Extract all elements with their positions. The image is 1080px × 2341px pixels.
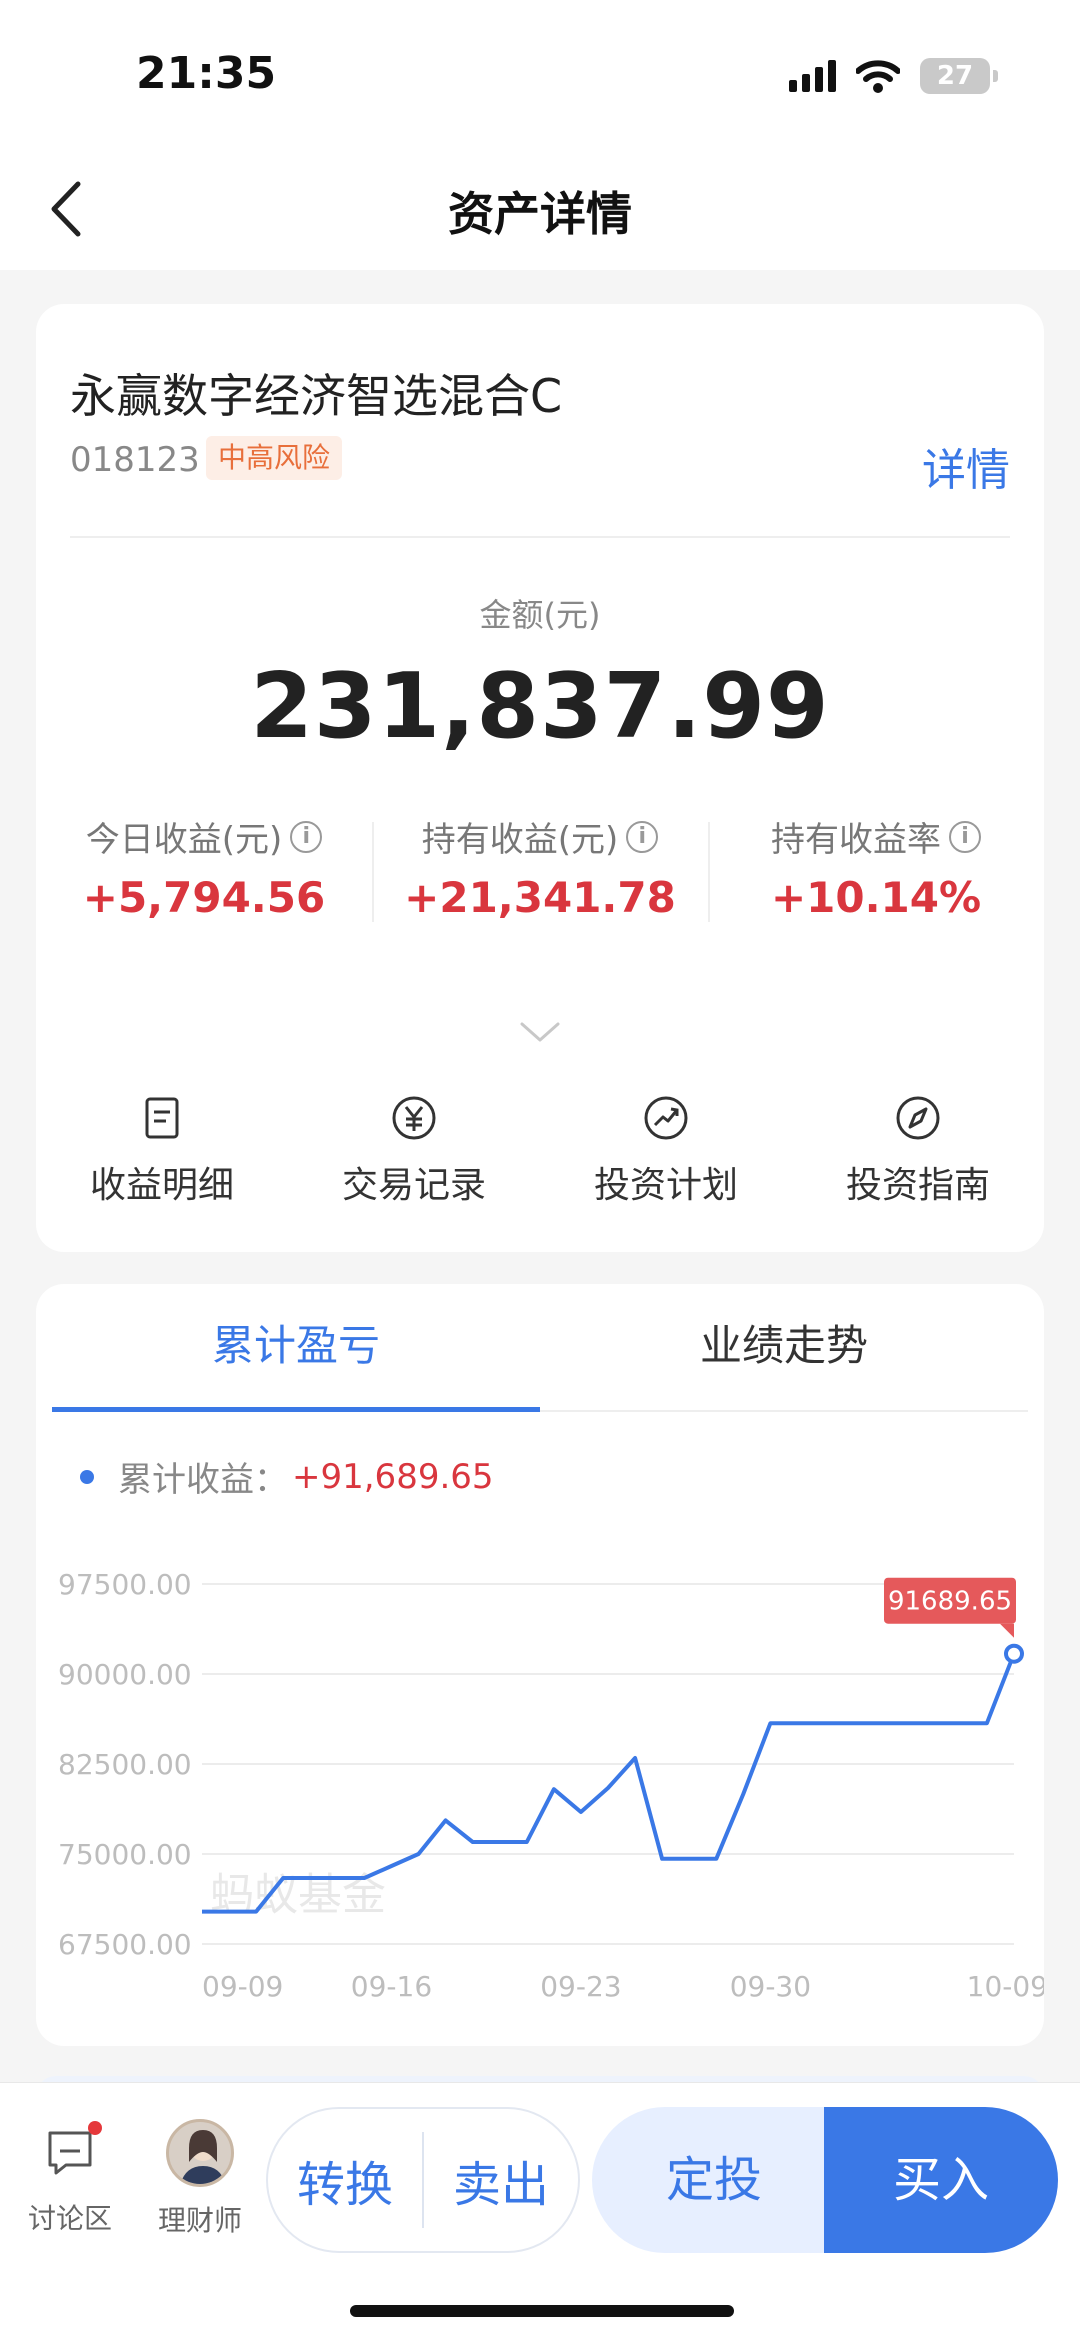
action-label: 交易记录 — [341, 1165, 486, 1206]
fund-code: 018123 — [70, 440, 200, 480]
stat-label: 持有收益(元) — [421, 820, 619, 860]
document-icon — [145, 1097, 179, 1139]
stat-value: +21,341.78 — [404, 873, 676, 922]
stat-today-earnings: 今日收益(元) i +5,794.56 — [36, 812, 372, 922]
wifi-icon — [856, 60, 900, 93]
page-title: 资产详情 — [448, 187, 632, 241]
trend-icon — [644, 1096, 688, 1140]
auto-invest-button[interactable]: 定投 — [592, 2107, 836, 2253]
stat-value: +5,794.56 — [82, 873, 326, 922]
chart-tabs: 累计盈亏 业绩走势 — [52, 1284, 1028, 1412]
status-bar: 21:35 27 — [0, 0, 1080, 150]
last-value-label: 91689.65 — [888, 1587, 1012, 1617]
action-trade-records[interactable]: 交易记录 — [288, 1094, 540, 1208]
tab-cumulative-pnl[interactable]: 累计盈亏 — [52, 1284, 540, 1412]
action-label: 投资指南 — [845, 1165, 990, 1206]
info-icon[interactable]: i — [290, 820, 323, 853]
action-investment-guide[interactable]: 投资指南 — [792, 1094, 1044, 1208]
y-tick-label: 82500.00 — [58, 1748, 192, 1781]
buy-button[interactable]: 买入 — [824, 2107, 1058, 2253]
info-icon[interactable]: i — [949, 820, 981, 853]
discuss-label: 讨论区 — [27, 2202, 112, 2235]
action-investment-plan[interactable]: 投资计划 — [540, 1094, 792, 1208]
info-icon[interactable]: i — [626, 820, 659, 853]
last-point-marker — [1004, 1643, 1024, 1664]
bottom-action-bar: 讨论区 理财师 转换 卖出 定投 买入 — [0, 2082, 1080, 2341]
action-label: 投资计划 — [593, 1165, 738, 1206]
legend-dot — [80, 1469, 94, 1484]
discuss-button[interactable]: 讨论区 — [22, 2121, 118, 2237]
cumulative-pnl-chart: 97500.00 90000.00 82500.00 75000.00 67500.00… — [58, 1568, 1044, 2003]
tab-performance-trend[interactable]: 业绩走势 — [540, 1284, 1028, 1410]
action-earnings-detail[interactable]: 收益明细 — [36, 1094, 288, 1208]
y-tick-label: 75000.00 — [58, 1838, 192, 1871]
asset-card: 永赢数字经济智选混合C 018123 中高风险 详情 金额(元) 231,837… — [36, 304, 1044, 1252]
amount-label: 金额(元) — [479, 596, 601, 634]
home-indicator — [350, 2305, 734, 2317]
legend-value: +91,689.65 — [292, 1456, 494, 1497]
x-tick-label: 09-30 — [730, 1970, 811, 2003]
divider — [70, 536, 1010, 538]
y-tick-label: 90000.00 — [58, 1658, 192, 1691]
y-tick-label: 97500.00 — [58, 1568, 192, 1601]
notification-dot — [88, 2121, 102, 2135]
x-tick-label: 09-16 — [351, 1970, 432, 2003]
convert-button[interactable]: 转换 — [268, 2145, 422, 2215]
advisor-label: 理财师 — [157, 2204, 242, 2237]
chart-card: 累计盈亏 业绩走势 累计收益： +91,689.65 97500.00 90000… — [36, 1284, 1044, 2046]
detail-link[interactable]: 详情 — [922, 434, 1010, 498]
sell-button[interactable]: 卖出 — [424, 2145, 578, 2215]
fund-name: 永赢数字经济智选混合C — [70, 369, 563, 423]
stat-value: +10.14% — [770, 873, 982, 922]
x-tick-label: 09-09 — [202, 1970, 283, 2003]
action-label: 收益明细 — [89, 1165, 234, 1206]
legend-label: 累计收益： — [118, 1460, 288, 1500]
risk-badge: 中高风险 — [206, 436, 343, 480]
battery-icon: 27 — [920, 58, 998, 94]
action-grid: 收益明细 交易记录 投资计划 投资指南 — [36, 1094, 1044, 1208]
tooltip-pointer — [1000, 1623, 1014, 1638]
x-tick-label: 10-09 — [967, 1970, 1044, 2003]
convert-sell-group: 转换 卖出 — [266, 2107, 580, 2253]
y-tick-label: 67500.00 — [58, 1928, 192, 1961]
chevron-down-icon[interactable] — [518, 1020, 562, 1044]
compass-icon — [896, 1096, 940, 1140]
stats-row: 今日收益(元) i +5,794.56 持有收益(元) i +21,341.78… — [36, 812, 1044, 922]
status-icons: 27 — [789, 58, 998, 94]
chat-icon — [40, 2121, 102, 2183]
stat-holding-rate: 持有收益率 i +10.14% — [708, 812, 1044, 922]
chart-legend: 累计收益： +91,689.65 — [80, 1452, 494, 1501]
yuan-icon — [392, 1096, 436, 1140]
advisor-button[interactable]: 理财师 — [152, 2119, 248, 2239]
cellular-signal-icon — [789, 60, 836, 92]
amount-value: 231,837.99 — [250, 654, 830, 759]
nav-bar: 资产详情 — [0, 150, 1080, 270]
stat-holding-earnings: 持有收益(元) i +21,341.78 — [372, 812, 708, 922]
stat-label: 持有收益率 — [771, 820, 941, 860]
avatar — [166, 2119, 234, 2187]
x-tick-label: 09-23 — [540, 1970, 621, 2003]
status-time: 21:35 — [136, 48, 277, 99]
stat-label: 今日收益(元) — [85, 820, 283, 860]
